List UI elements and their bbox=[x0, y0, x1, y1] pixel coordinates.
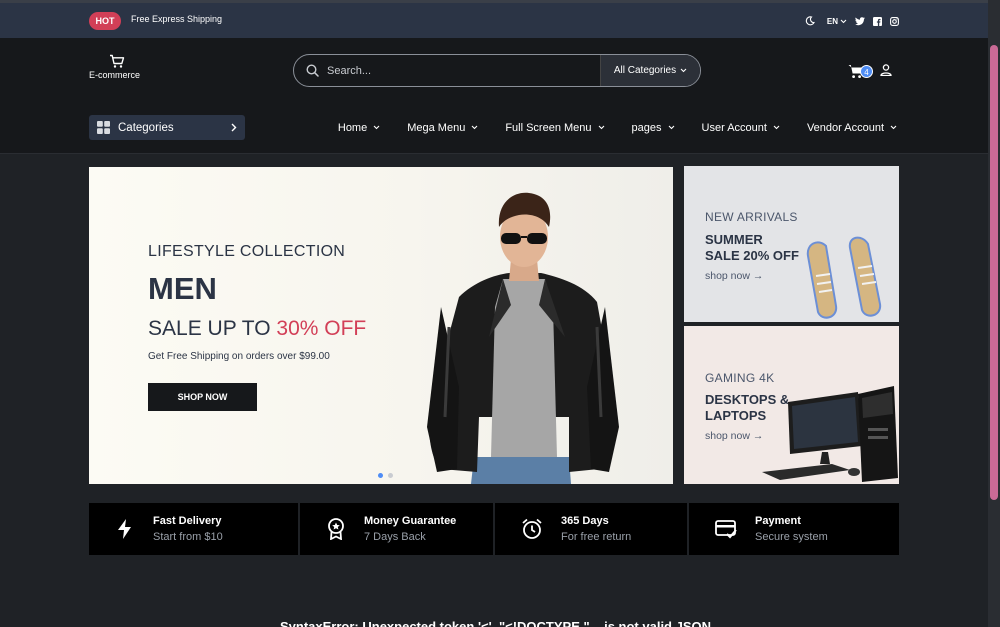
medal-icon bbox=[328, 518, 344, 540]
nav-item-label: Vendor Account bbox=[806, 121, 884, 134]
categories-button[interactable]: Categories bbox=[89, 115, 245, 140]
sneakers-image bbox=[806, 236, 882, 319]
promo-title-line2: SALE 20% OFF bbox=[705, 248, 799, 263]
category-select-label: All Categories bbox=[613, 65, 677, 76]
language-label: EN bbox=[826, 16, 838, 26]
nav-item-vendor-account[interactable]: Vendor Account bbox=[807, 122, 897, 134]
scrollbar-thumb[interactable] bbox=[990, 45, 998, 500]
nav-item-full-screen-menu[interactable]: Full Screen Menu bbox=[505, 122, 604, 134]
hero-subtitle: LIFESTYLE COLLECTION bbox=[148, 243, 346, 260]
navbar: Categories Home Mega Menu Full Screen Me… bbox=[0, 102, 988, 154]
chevron-down-icon bbox=[773, 125, 780, 130]
top-bar-actions: EN bbox=[805, 12, 899, 30]
twitter-icon[interactable] bbox=[855, 16, 865, 26]
hero-slider: LIFESTYLE COLLECTION MEN SALE UP TO 30% … bbox=[89, 167, 673, 484]
credit-card-icon bbox=[715, 520, 737, 539]
slider-dots bbox=[378, 473, 393, 478]
search-icon bbox=[306, 64, 319, 77]
shop-now-link[interactable]: shop now → bbox=[705, 430, 763, 442]
service-fast-delivery: Fast Delivery Start from $10 bbox=[89, 503, 298, 555]
main-nav: Home Mega Menu Full Screen Menu pages Us… bbox=[338, 115, 897, 140]
chevron-down-icon bbox=[471, 125, 478, 130]
service-subtitle: Start from $10 bbox=[153, 531, 223, 543]
services-bar: Fast Delivery Start from $10 Money Guara… bbox=[89, 503, 899, 555]
service-title: Money Guarantee bbox=[364, 515, 457, 527]
hero-info: Get Free Shipping on orders over $99.00 bbox=[148, 351, 330, 362]
facebook-icon[interactable] bbox=[873, 16, 882, 26]
nav-item-home[interactable]: Home bbox=[338, 122, 380, 134]
promo-tag: NEW ARRIVALS bbox=[705, 210, 798, 224]
hero-title: MEN bbox=[148, 271, 217, 306]
alarm-clock-icon bbox=[522, 518, 542, 539]
hero-sale-prefix: SALE UP TO bbox=[148, 317, 277, 340]
nav-item-label: Mega Menu bbox=[407, 121, 466, 134]
shipping-text: Free Express Shipping bbox=[131, 14, 223, 24]
search-input[interactable] bbox=[327, 64, 600, 77]
chevron-down-icon bbox=[598, 125, 604, 130]
nav-item-label: pages bbox=[631, 121, 662, 134]
category-select[interactable]: All Categories bbox=[600, 55, 700, 86]
service-money-guarantee: Money Guarantee 7 Days Back bbox=[300, 503, 493, 555]
service-subtitle: For free return bbox=[561, 531, 632, 543]
logo[interactable]: E-commerce bbox=[89, 54, 149, 80]
chevron-right-icon bbox=[231, 123, 237, 132]
moon-icon[interactable] bbox=[805, 16, 815, 26]
chevron-down-icon bbox=[373, 125, 380, 130]
error-message: SyntaxError: Unexpected token '<', "<!DO… bbox=[280, 619, 712, 627]
nav-item-label: User Account bbox=[701, 121, 767, 134]
promo-summer-sale[interactable]: NEW ARRIVALS SUMMER SALE 20% OFF shop no… bbox=[684, 166, 899, 322]
service-365-days: 365 Days For free return bbox=[495, 503, 687, 555]
user-icon[interactable] bbox=[880, 63, 892, 81]
shop-now-link[interactable]: shop now → bbox=[705, 270, 763, 282]
chevron-down-icon bbox=[680, 68, 687, 73]
slider-dot[interactable] bbox=[388, 473, 393, 478]
top-bar: HOT Free Express Shipping EN bbox=[0, 0, 988, 38]
cart-logo-icon bbox=[110, 54, 125, 68]
hot-badge: HOT bbox=[89, 12, 121, 30]
promo-gaming[interactable]: GAMING 4K DESKTOPS & LAPTOPS shop now → bbox=[684, 326, 899, 484]
nav-item-user-account[interactable]: User Account bbox=[702, 122, 780, 134]
service-title: Fast Delivery bbox=[153, 515, 222, 527]
slider-dot[interactable] bbox=[378, 473, 383, 478]
cart-count-badge: 4 bbox=[860, 65, 873, 78]
service-title: Payment bbox=[755, 515, 801, 527]
service-title: 365 Days bbox=[561, 515, 609, 527]
header-icons: 4 bbox=[848, 63, 892, 81]
service-payment: Payment Secure system bbox=[689, 503, 899, 555]
nav-item-label: Full Screen Menu bbox=[505, 121, 592, 134]
promo-tag: GAMING 4K bbox=[705, 371, 775, 385]
instagram-icon[interactable] bbox=[890, 16, 899, 26]
cart-button[interactable]: 4 bbox=[848, 64, 873, 80]
nav-item-label: Home bbox=[337, 121, 368, 134]
categories-label: Categories bbox=[118, 121, 174, 134]
lightning-icon bbox=[118, 519, 131, 539]
chevron-down-icon bbox=[668, 125, 674, 130]
chevron-down-icon bbox=[890, 125, 897, 130]
service-subtitle: 7 Days Back bbox=[364, 531, 426, 543]
search-bar: All Categories bbox=[293, 54, 701, 87]
grid-icon bbox=[97, 121, 110, 134]
scrollbar[interactable] bbox=[988, 0, 1000, 627]
language-select[interactable]: EN bbox=[827, 17, 847, 26]
shop-now-button[interactable]: SHOP NOW bbox=[148, 383, 257, 411]
header: E-commerce All Categories 4 bbox=[0, 38, 988, 102]
promo-title-line2: LAPTOPS bbox=[705, 408, 767, 423]
service-subtitle: Secure system bbox=[755, 531, 828, 543]
promo-title-line1: SUMMER bbox=[705, 232, 763, 247]
model-image bbox=[427, 192, 619, 484]
hero-sale-text: SALE UP TO 30% OFF bbox=[148, 317, 366, 341]
chevron-down-icon bbox=[840, 19, 847, 23]
logo-text: E-commerce bbox=[89, 70, 141, 80]
nav-item-mega-menu[interactable]: Mega Menu bbox=[407, 122, 478, 134]
nav-item-pages[interactable]: pages bbox=[632, 122, 675, 134]
desktop-computer-image bbox=[762, 386, 898, 482]
hero-sale-percent: 30% OFF bbox=[276, 317, 367, 340]
